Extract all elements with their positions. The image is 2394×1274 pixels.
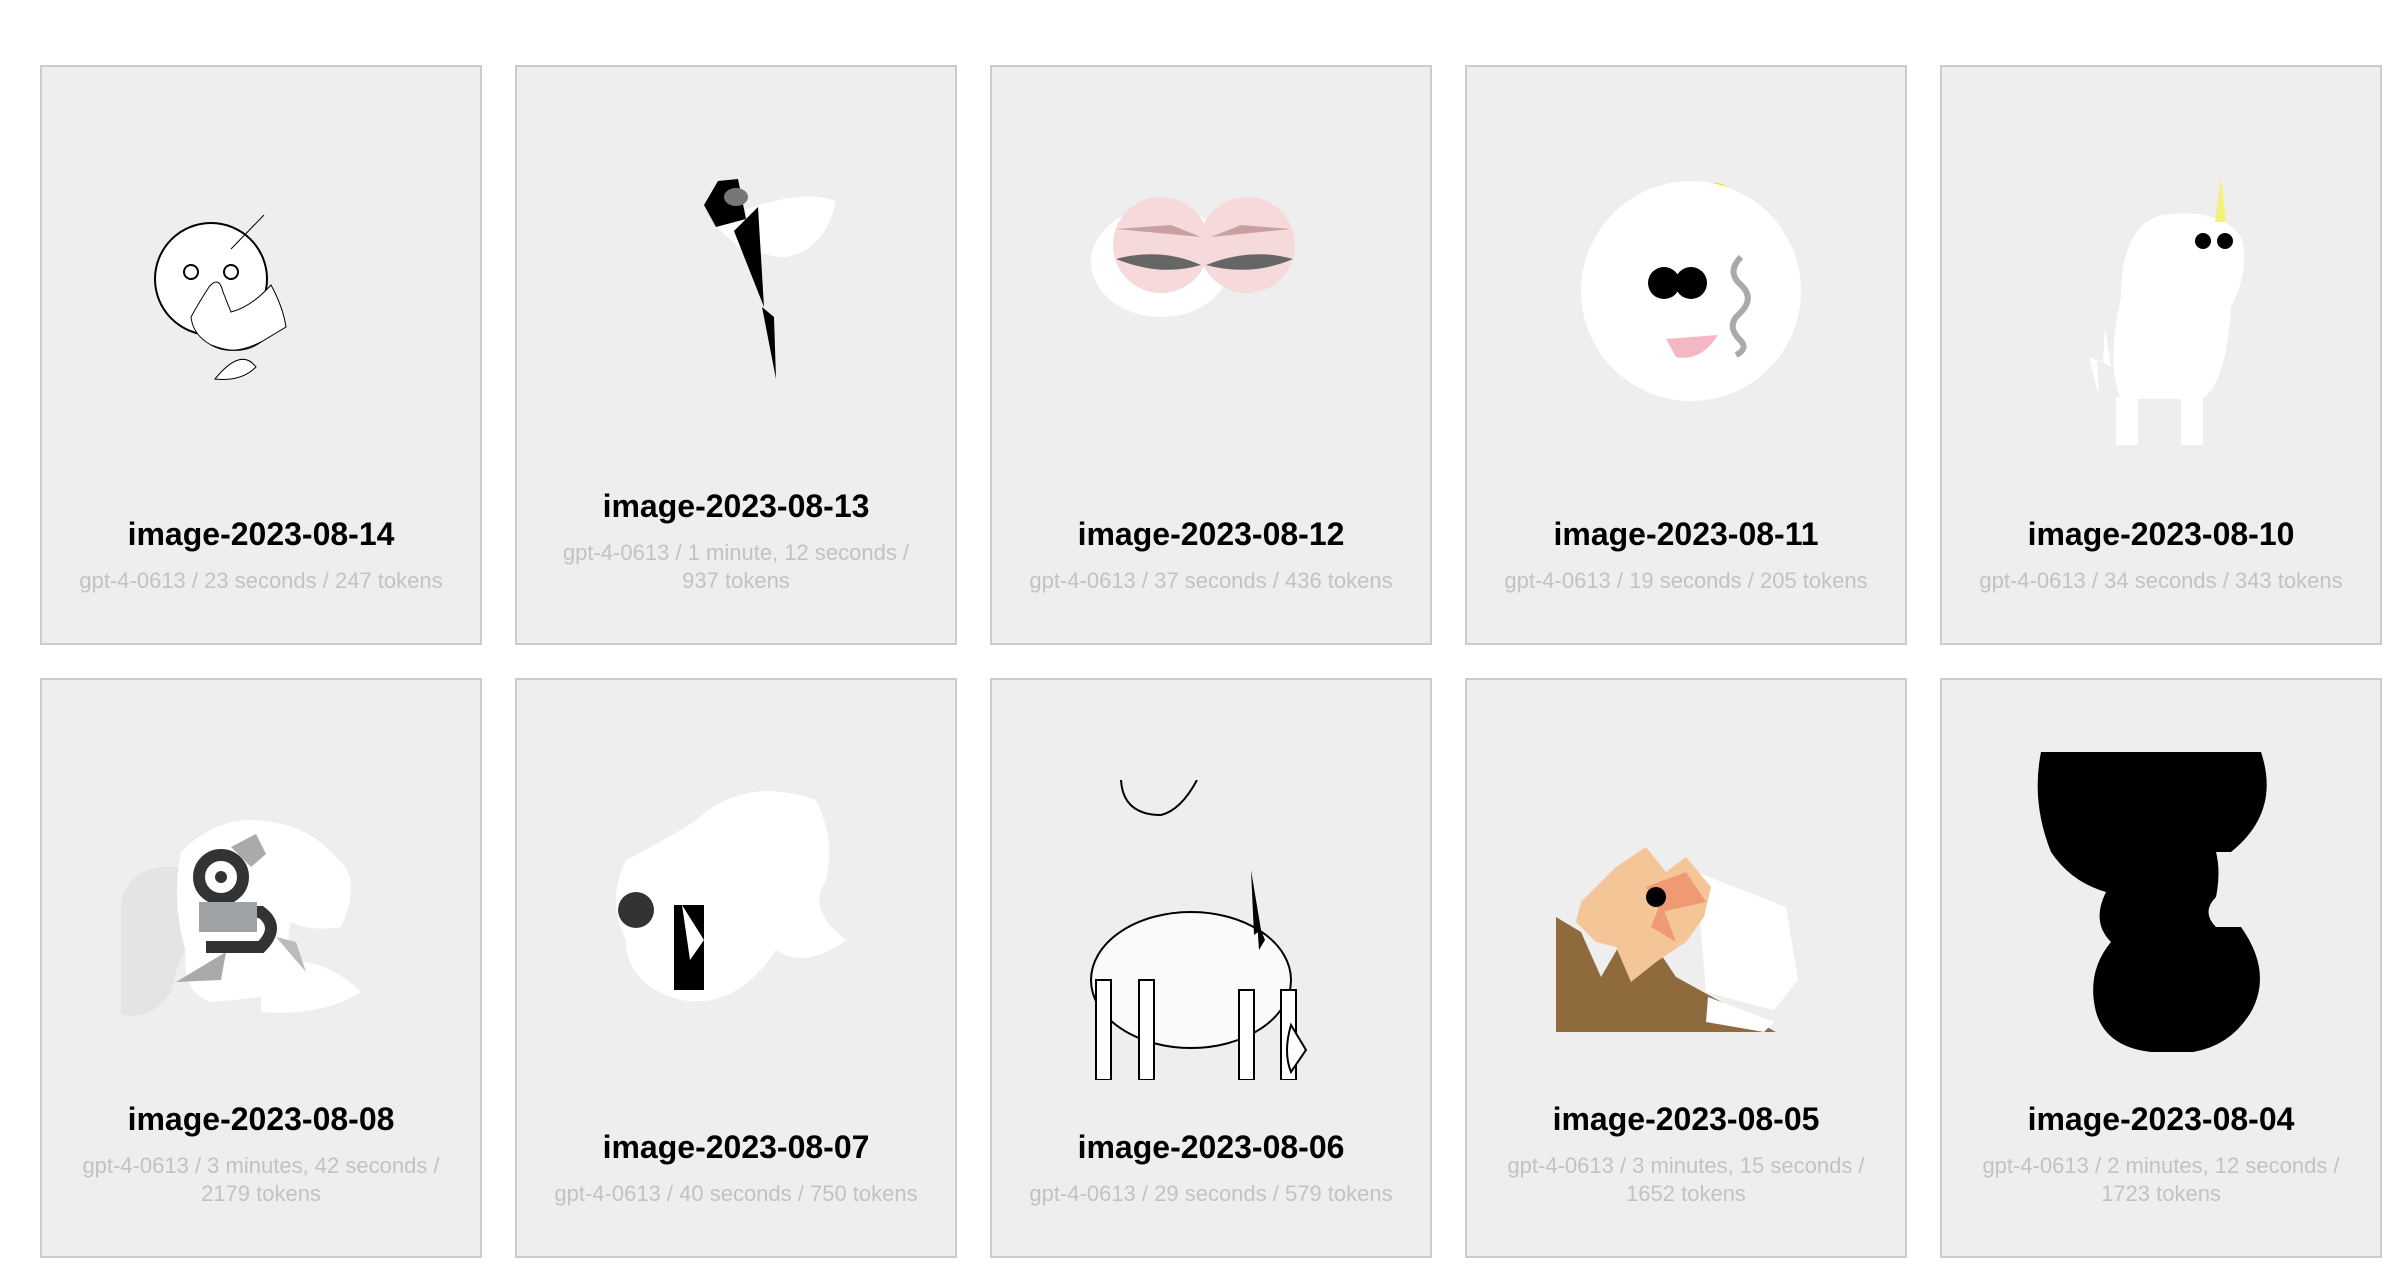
card-meta: gpt-4-0613 / 19 seconds / 205 tokens bbox=[1504, 568, 1868, 593]
thumbnail-image[interactable] bbox=[2011, 752, 2311, 1052]
card-meta: gpt-4-0613 / 2 minutes, 12 seconds / 172… bbox=[1982, 1153, 2340, 1206]
thumbnail-image[interactable] bbox=[1536, 167, 1836, 467]
card-title[interactable]: image-2023-08-04 bbox=[2028, 1100, 2295, 1138]
gallery-grid: image-2023-08-14 gpt-4-0613 / 23 seconds… bbox=[40, 65, 2382, 1258]
gallery-card[interactable]: image-2023-08-04 gpt-4-0613 / 2 minutes,… bbox=[1940, 678, 2382, 1258]
thumbnail-image[interactable] bbox=[586, 780, 886, 1080]
card-title[interactable]: image-2023-08-06 bbox=[1078, 1128, 1345, 1166]
card-meta: gpt-4-0613 / 29 seconds / 579 tokens bbox=[1029, 1181, 1393, 1206]
card-meta: gpt-4-0613 / 3 minutes, 15 seconds / 165… bbox=[1507, 1153, 1865, 1206]
gallery-card[interactable]: image-2023-08-14 gpt-4-0613 / 23 seconds… bbox=[40, 65, 482, 645]
thumbnail-image[interactable] bbox=[111, 752, 411, 1052]
card-meta: gpt-4-0613 / 40 seconds / 750 tokens bbox=[554, 1181, 918, 1206]
thumbnail-image[interactable] bbox=[111, 167, 411, 467]
card-title[interactable]: image-2023-08-14 bbox=[128, 515, 395, 553]
gallery-card[interactable]: image-2023-08-08 gpt-4-0613 / 3 minutes,… bbox=[40, 678, 482, 1258]
card-meta: gpt-4-0613 / 37 seconds / 436 tokens bbox=[1029, 568, 1393, 593]
card-title[interactable]: image-2023-08-07 bbox=[603, 1128, 870, 1166]
gallery-card[interactable]: image-2023-08-11 gpt-4-0613 / 19 seconds… bbox=[1465, 65, 1907, 645]
card-meta: gpt-4-0613 / 1 minute, 12 seconds / 937 … bbox=[562, 540, 910, 593]
thumbnail-image[interactable] bbox=[1061, 167, 1361, 467]
card-title[interactable]: image-2023-08-13 bbox=[603, 487, 870, 525]
gallery-card[interactable]: image-2023-08-10 gpt-4-0613 / 34 seconds… bbox=[1940, 65, 2382, 645]
gallery-card[interactable]: image-2023-08-06 gpt-4-0613 / 29 seconds… bbox=[990, 678, 1432, 1258]
gallery-card[interactable]: image-2023-08-13 gpt-4-0613 / 1 minute, … bbox=[515, 65, 957, 645]
card-meta: gpt-4-0613 / 3 minutes, 42 seconds / 217… bbox=[82, 1153, 440, 1206]
gallery-card[interactable]: image-2023-08-05 gpt-4-0613 / 3 minutes,… bbox=[1465, 678, 1907, 1258]
gallery-card[interactable]: image-2023-08-12 gpt-4-0613 / 37 seconds… bbox=[990, 65, 1432, 645]
gallery-card[interactable]: image-2023-08-07 gpt-4-0613 / 40 seconds… bbox=[515, 678, 957, 1258]
card-title[interactable]: image-2023-08-08 bbox=[128, 1100, 395, 1138]
card-title[interactable]: image-2023-08-11 bbox=[1553, 515, 1818, 553]
thumbnail-image[interactable] bbox=[586, 139, 886, 439]
card-title[interactable]: image-2023-08-10 bbox=[2028, 515, 2295, 553]
card-meta: gpt-4-0613 / 34 seconds / 343 tokens bbox=[1979, 568, 2343, 593]
thumbnail-image[interactable] bbox=[1061, 780, 1361, 1080]
card-title[interactable]: image-2023-08-05 bbox=[1553, 1100, 1820, 1138]
card-title[interactable]: image-2023-08-12 bbox=[1078, 515, 1345, 553]
thumbnail-image[interactable] bbox=[1536, 752, 1836, 1052]
card-meta: gpt-4-0613 / 23 seconds / 247 tokens bbox=[79, 568, 443, 593]
thumbnail-image[interactable] bbox=[2011, 167, 2311, 467]
